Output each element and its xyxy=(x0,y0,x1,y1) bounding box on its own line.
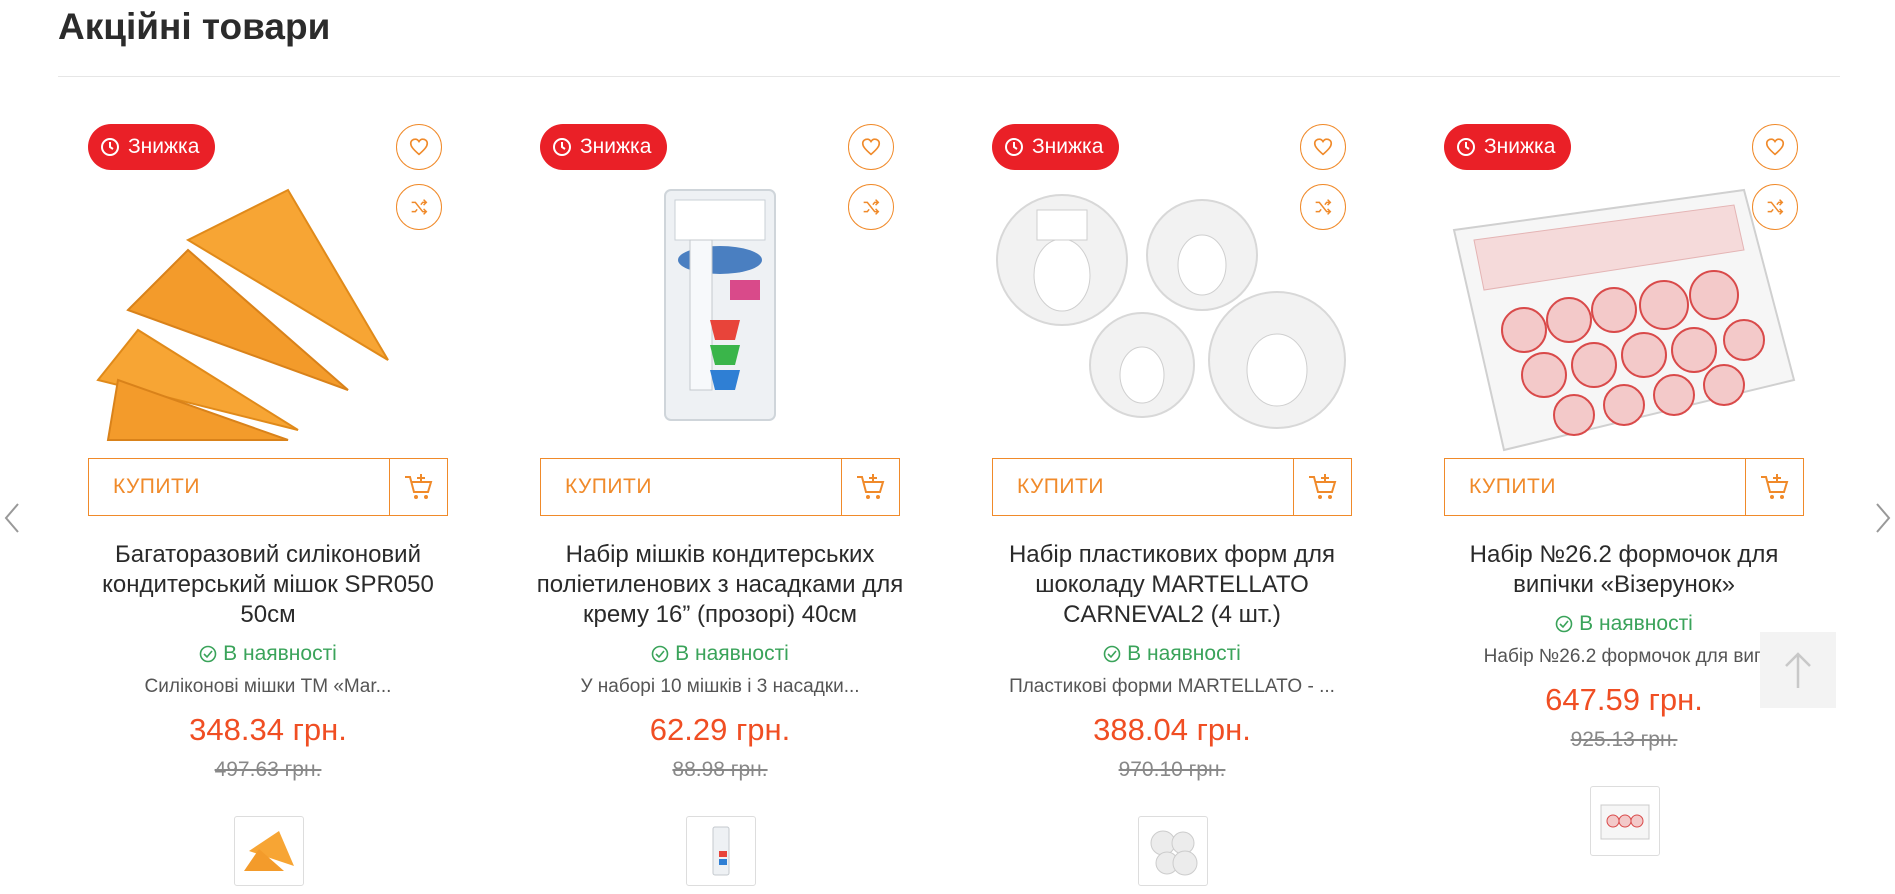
stock-status-label: В наявності xyxy=(1127,642,1241,665)
check-circle-icon xyxy=(199,645,217,663)
shuffle-icon xyxy=(411,199,428,215)
buy-button-label: КУПИТИ xyxy=(1469,475,1556,498)
product-price: 62.29 грн. xyxy=(649,712,791,747)
discount-badge-label: Знижка xyxy=(580,135,652,158)
heart-icon xyxy=(861,138,881,156)
check-circle-icon xyxy=(1103,645,1121,663)
discount-badge: Знижка xyxy=(992,124,1120,170)
product-description: Силіконові мішки ТМ «Mar... xyxy=(144,676,392,697)
discount-badge: Знижка xyxy=(1444,124,1572,170)
heart-icon xyxy=(409,138,429,156)
clock-icon xyxy=(553,138,571,156)
product-card: Знижка КУПИТИ Набір №26.2 формочок для в… xyxy=(1424,110,1824,894)
stock-status-label: В наявності xyxy=(1579,612,1693,635)
carousel-next-button[interactable] xyxy=(1871,500,1895,536)
buy-button[interactable]: КУПИТИ xyxy=(540,458,900,516)
stock-status: В наявності xyxy=(520,642,920,666)
add-to-cart-icon[interactable] xyxy=(841,459,899,515)
product-card: Знижка КУПИТИ Набір мішків кондитерських… xyxy=(520,110,920,894)
product-name[interactable]: Багаторазовий силіконовий кондитерський … xyxy=(78,540,458,630)
heart-icon xyxy=(1765,138,1785,156)
stock-status-label: В наявності xyxy=(675,642,789,665)
buy-button[interactable]: КУПИТИ xyxy=(88,458,448,516)
scroll-to-top-button[interactable] xyxy=(1760,632,1836,708)
product-image[interactable] xyxy=(992,180,1352,460)
product-image[interactable] xyxy=(1444,180,1804,460)
product-image[interactable] xyxy=(540,180,900,460)
check-circle-icon xyxy=(651,645,669,663)
product-name[interactable]: Набір мішків кондитерських поліетиленови… xyxy=(530,540,910,630)
shuffle-icon xyxy=(1767,199,1784,215)
wishlist-button[interactable] xyxy=(848,124,894,170)
product-old-price: 497.63 грн. xyxy=(214,758,322,781)
product-description: Пластикові форми MARTELLATO - ... xyxy=(1009,676,1335,697)
buy-button[interactable]: КУПИТИ xyxy=(1444,458,1804,516)
clock-icon xyxy=(1457,138,1475,156)
product-name[interactable]: Набір №26.2 формочок для випічки «Візеру… xyxy=(1434,540,1814,600)
discount-badge-label: Знижка xyxy=(128,135,200,158)
heart-icon xyxy=(1313,138,1333,156)
product-thumbnail[interactable] xyxy=(1138,816,1208,886)
section-divider xyxy=(58,76,1840,77)
check-circle-icon xyxy=(1555,615,1573,633)
wishlist-button[interactable] xyxy=(396,124,442,170)
product-name[interactable]: Набір пластикових форм для шоколаду MART… xyxy=(982,540,1362,630)
product-thumbnail[interactable] xyxy=(234,816,304,886)
buy-button-label: КУПИТИ xyxy=(113,475,200,498)
add-to-cart-icon[interactable] xyxy=(1293,459,1351,515)
compare-button[interactable] xyxy=(1300,184,1346,230)
wishlist-button[interactable] xyxy=(1752,124,1798,170)
shuffle-icon xyxy=(863,199,880,215)
section-title: Акційні товари xyxy=(58,6,331,47)
product-card: Знижка КУПИТИ Набір пластикових форм для… xyxy=(972,110,1372,894)
product-old-price: 970.10 грн. xyxy=(1118,758,1226,781)
product-old-price: 925.13 грн. xyxy=(1570,728,1678,751)
product-old-price: 88.98 грн. xyxy=(672,758,768,781)
product-image[interactable] xyxy=(88,180,448,460)
discount-badge-label: Знижка xyxy=(1032,135,1104,158)
arrow-up-icon xyxy=(1785,652,1811,688)
buy-button-label: КУПИТИ xyxy=(565,475,652,498)
product-card: Знижка КУПИТИ Багаторазовий силіконовий … xyxy=(68,110,468,894)
clock-icon xyxy=(1005,138,1023,156)
carousel-prev-button[interactable] xyxy=(0,500,24,536)
discount-badge-label: Знижка xyxy=(1484,135,1556,158)
discount-badge: Знижка xyxy=(540,124,668,170)
compare-button[interactable] xyxy=(848,184,894,230)
buy-button[interactable]: КУПИТИ xyxy=(992,458,1352,516)
compare-button[interactable] xyxy=(396,184,442,230)
chevron-left-icon xyxy=(4,503,19,533)
product-price: 388.04 грн. xyxy=(1093,712,1251,747)
buy-button-label: КУПИТИ xyxy=(1017,475,1104,498)
product-price: 348.34 грн. xyxy=(189,712,347,747)
product-thumbnail[interactable] xyxy=(686,816,756,886)
wishlist-button[interactable] xyxy=(1300,124,1346,170)
compare-button[interactable] xyxy=(1752,184,1798,230)
shuffle-icon xyxy=(1315,199,1332,215)
product-description: Набір №26.2 формочок для вип xyxy=(1483,646,1765,667)
chevron-right-icon xyxy=(1876,503,1891,533)
clock-icon xyxy=(101,138,119,156)
stock-status-label: В наявності xyxy=(223,642,337,665)
stock-status: В наявності xyxy=(68,642,468,666)
stock-status: В наявності xyxy=(972,642,1372,666)
discount-badge: Знижка xyxy=(88,124,216,170)
add-to-cart-icon[interactable] xyxy=(389,459,447,515)
add-to-cart-icon[interactable] xyxy=(1745,459,1803,515)
product-thumbnail[interactable] xyxy=(1590,786,1660,856)
product-description: У наборі 10 мішків і 3 насадки... xyxy=(580,676,860,697)
